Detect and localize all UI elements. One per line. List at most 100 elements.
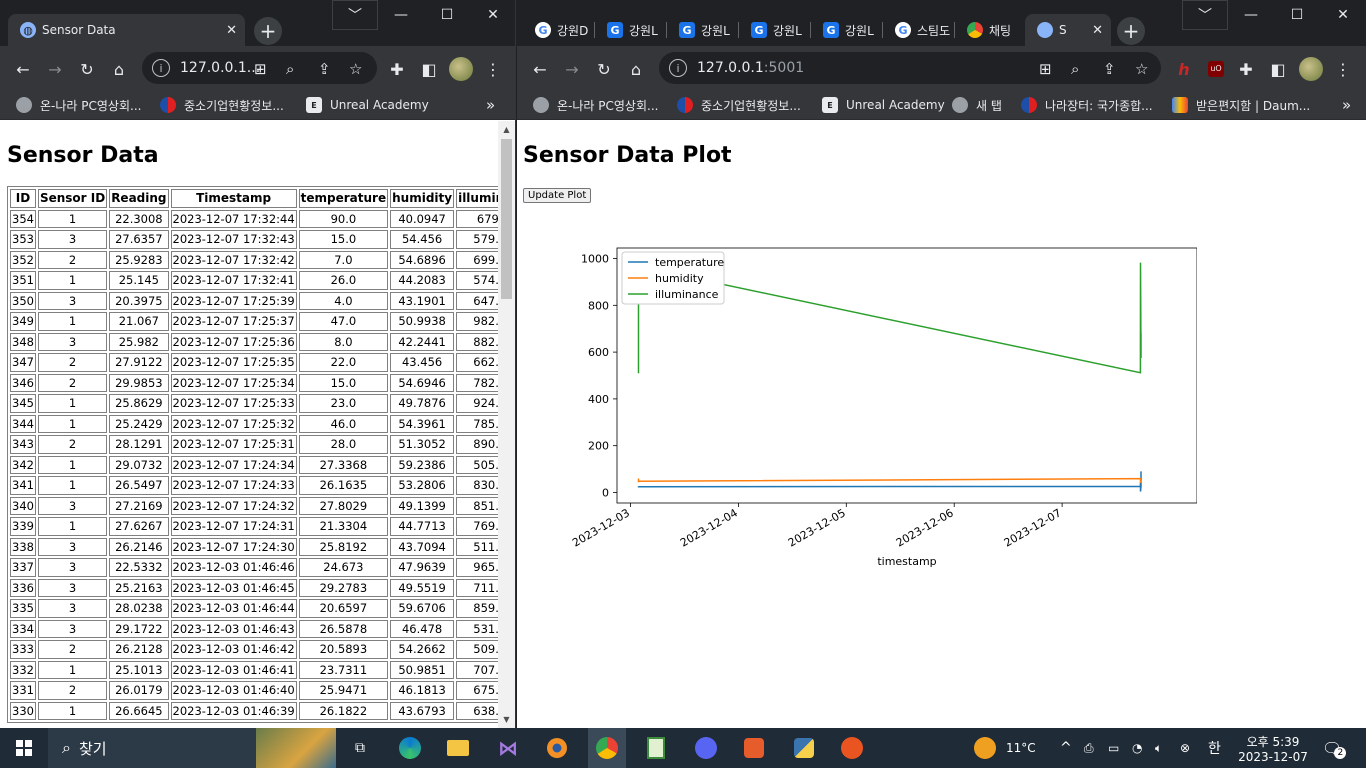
ubuntu-icon[interactable] bbox=[838, 734, 866, 762]
scroll-down-icon[interactable]: ▼ bbox=[498, 711, 515, 728]
zoom-icon[interactable]: ⌕ bbox=[286, 60, 294, 78]
browser-tab[interactable]: G 강원L bbox=[595, 14, 665, 46]
y-tick-label: 0 bbox=[602, 486, 609, 499]
extension-h-icon[interactable]: h bbox=[1173, 58, 1195, 80]
globe-icon bbox=[533, 97, 549, 113]
minimize-button[interactable]: — bbox=[1228, 0, 1274, 30]
tab-search-button[interactable]: ﹀ bbox=[332, 0, 378, 30]
bookmark-star-icon[interactable]: ☆ bbox=[349, 60, 362, 78]
maximize-button[interactable]: ☐ bbox=[1274, 0, 1320, 30]
table-cell: 26.0 bbox=[298, 271, 389, 290]
visual-studio-icon[interactable]: ⋈ bbox=[494, 734, 522, 762]
table-cell: 346 bbox=[10, 373, 36, 392]
new-tab-button[interactable]: + bbox=[254, 17, 282, 45]
tab-sensor-data[interactable]: ◍ Sensor Data ✕ bbox=[8, 14, 245, 46]
ublock-icon[interactable]: uO bbox=[1205, 58, 1227, 80]
close-window-button[interactable]: ✕ bbox=[470, 0, 515, 30]
site-info-icon[interactable]: i bbox=[152, 59, 170, 77]
scroll-up-icon[interactable]: ▲ bbox=[498, 121, 515, 138]
browser-tab[interactable]: G 강원L bbox=[739, 14, 809, 46]
table-cell: 25.145 bbox=[109, 271, 169, 290]
network-icon[interactable]: ◔ bbox=[1132, 728, 1142, 768]
zoom-icon[interactable]: ⌕ bbox=[1071, 60, 1079, 78]
chrome-taskbar-icon[interactable] bbox=[588, 728, 626, 768]
browser-tab[interactable]: G 강원L bbox=[667, 14, 737, 46]
scroll-thumb[interactable] bbox=[501, 139, 512, 299]
close-tab-icon[interactable]: ✕ bbox=[226, 23, 237, 38]
home-icon[interactable]: ⌂ bbox=[625, 58, 647, 80]
weather-widget[interactable]: 11°C bbox=[974, 728, 1036, 768]
volume-icon[interactable]: 🔈︎ bbox=[1155, 728, 1162, 768]
share-icon[interactable]: ⇪ bbox=[1103, 60, 1116, 78]
update-plot-button[interactable]: Update Plot bbox=[523, 188, 592, 203]
close-window-button[interactable]: ✕ bbox=[1320, 0, 1366, 30]
bookmark-item[interactable]: 온-나라 PC영상회... bbox=[16, 96, 141, 114]
new-tab-button[interactable]: + bbox=[1117, 17, 1145, 45]
bookmarks-overflow-button[interactable]: » bbox=[1342, 96, 1351, 114]
bookmarks-overflow-button[interactable]: » bbox=[486, 96, 495, 114]
windows-start-icon[interactable] bbox=[10, 734, 38, 762]
meet-now-icon[interactable]: ⎙ bbox=[1084, 728, 1094, 768]
maximize-button[interactable]: ☐ bbox=[424, 0, 470, 30]
back-icon[interactable]: ← bbox=[12, 58, 34, 80]
browser-tab[interactable]: S ✕ bbox=[1025, 14, 1111, 46]
browser-tab[interactable]: G 스팀도 bbox=[883, 14, 953, 46]
reload-icon[interactable]: ↻ bbox=[76, 58, 98, 80]
tab-search-button[interactable]: ﹀ bbox=[1182, 0, 1228, 30]
extensions-icon[interactable]: ✚ bbox=[386, 58, 408, 80]
bookmark-item[interactable]: 새 탭 bbox=[952, 96, 1002, 114]
notepad-icon[interactable] bbox=[642, 734, 670, 762]
address-bar[interactable]: i 127.0.0.1:5001 ⊞ ⌕ ⇪ ☆ bbox=[659, 52, 1161, 84]
table-row: 343 2 28.1291 2023-12-07 17:25:31 28.0 51.305… bbox=[10, 435, 515, 454]
back-icon[interactable]: ← bbox=[529, 58, 551, 80]
side-panel-icon[interactable]: ◧ bbox=[1267, 58, 1289, 80]
home-icon[interactable]: ⌂ bbox=[108, 58, 130, 80]
discord-icon[interactable] bbox=[692, 734, 720, 762]
close-tab-icon[interactable]: ✕ bbox=[1092, 23, 1103, 38]
bookmark-item[interactable]: 중소기업현황정보... bbox=[160, 96, 284, 114]
battery-icon[interactable]: ▭ bbox=[1108, 728, 1119, 768]
show-hidden-icons[interactable]: ^ bbox=[1060, 728, 1072, 768]
python-icon[interactable] bbox=[790, 734, 818, 762]
recorder-icon[interactable] bbox=[740, 734, 768, 762]
edge-icon[interactable] bbox=[396, 734, 424, 762]
profile-avatar[interactable] bbox=[1299, 57, 1323, 81]
bookmark-item[interactable]: E Unreal Academy bbox=[822, 96, 945, 114]
bookmark-item[interactable]: 온-나라 PC영상회... bbox=[533, 96, 658, 114]
address-bar[interactable]: i 127.0.0.1... ⊞ ⌕ ⇪ ☆ bbox=[142, 52, 377, 84]
legend-label: temperature bbox=[655, 256, 724, 269]
ime-indicator[interactable]: 한 bbox=[1208, 728, 1221, 768]
bookmark-item[interactable]: E Unreal Academy bbox=[306, 96, 429, 114]
browser-tab[interactable]: 채팅 bbox=[955, 14, 1023, 46]
forward-icon[interactable]: → bbox=[561, 58, 583, 80]
reload-icon[interactable]: ↻ bbox=[593, 58, 615, 80]
side-panel-icon[interactable]: ◧ bbox=[418, 58, 440, 80]
browser-tab[interactable]: G 강원L bbox=[811, 14, 881, 46]
bookmark-item[interactable]: 받은편지함 | Daum... bbox=[1172, 96, 1310, 114]
table-cell: 331 bbox=[10, 681, 36, 700]
translate-icon[interactable]: ⊞ bbox=[1039, 60, 1052, 78]
blender-icon[interactable] bbox=[543, 734, 571, 762]
table-cell: 2023-12-03 01:46:41 bbox=[170, 660, 297, 679]
profile-avatar[interactable] bbox=[449, 57, 473, 81]
menu-icon[interactable]: ⋮ bbox=[482, 58, 504, 80]
clock[interactable]: 오후 5:39 2023-12-07 bbox=[1234, 728, 1312, 768]
task-view-icon[interactable]: ⧉ bbox=[346, 734, 374, 762]
notification-center-icon[interactable]: 🗨︎ 2 bbox=[1322, 728, 1347, 768]
tab-title: S bbox=[1059, 23, 1067, 37]
site-info-icon[interactable]: i bbox=[669, 59, 687, 77]
file-explorer-icon[interactable] bbox=[444, 734, 472, 762]
bookmark-star-icon[interactable]: ☆ bbox=[1135, 60, 1148, 78]
vertical-scrollbar[interactable]: ▲ ▼ bbox=[498, 121, 515, 728]
minimize-button[interactable]: — bbox=[378, 0, 424, 30]
bookmark-item[interactable]: 중소기업현황정보... bbox=[677, 96, 801, 114]
browser-tab[interactable]: G 강원D bbox=[523, 14, 593, 46]
taskbar-search-box[interactable]: ⌕ 찾기 bbox=[48, 728, 336, 768]
menu-icon[interactable]: ⋮ bbox=[1332, 58, 1354, 80]
translate-icon[interactable]: ⊞ bbox=[254, 60, 267, 78]
bookmark-item[interactable]: 나라장터: 국가종합... bbox=[1021, 96, 1153, 114]
mute-status-icon[interactable]: ⊗ bbox=[1180, 728, 1190, 768]
extensions-icon[interactable]: ✚ bbox=[1235, 58, 1257, 80]
share-icon[interactable]: ⇪ bbox=[318, 60, 331, 78]
forward-icon[interactable]: → bbox=[44, 58, 66, 80]
